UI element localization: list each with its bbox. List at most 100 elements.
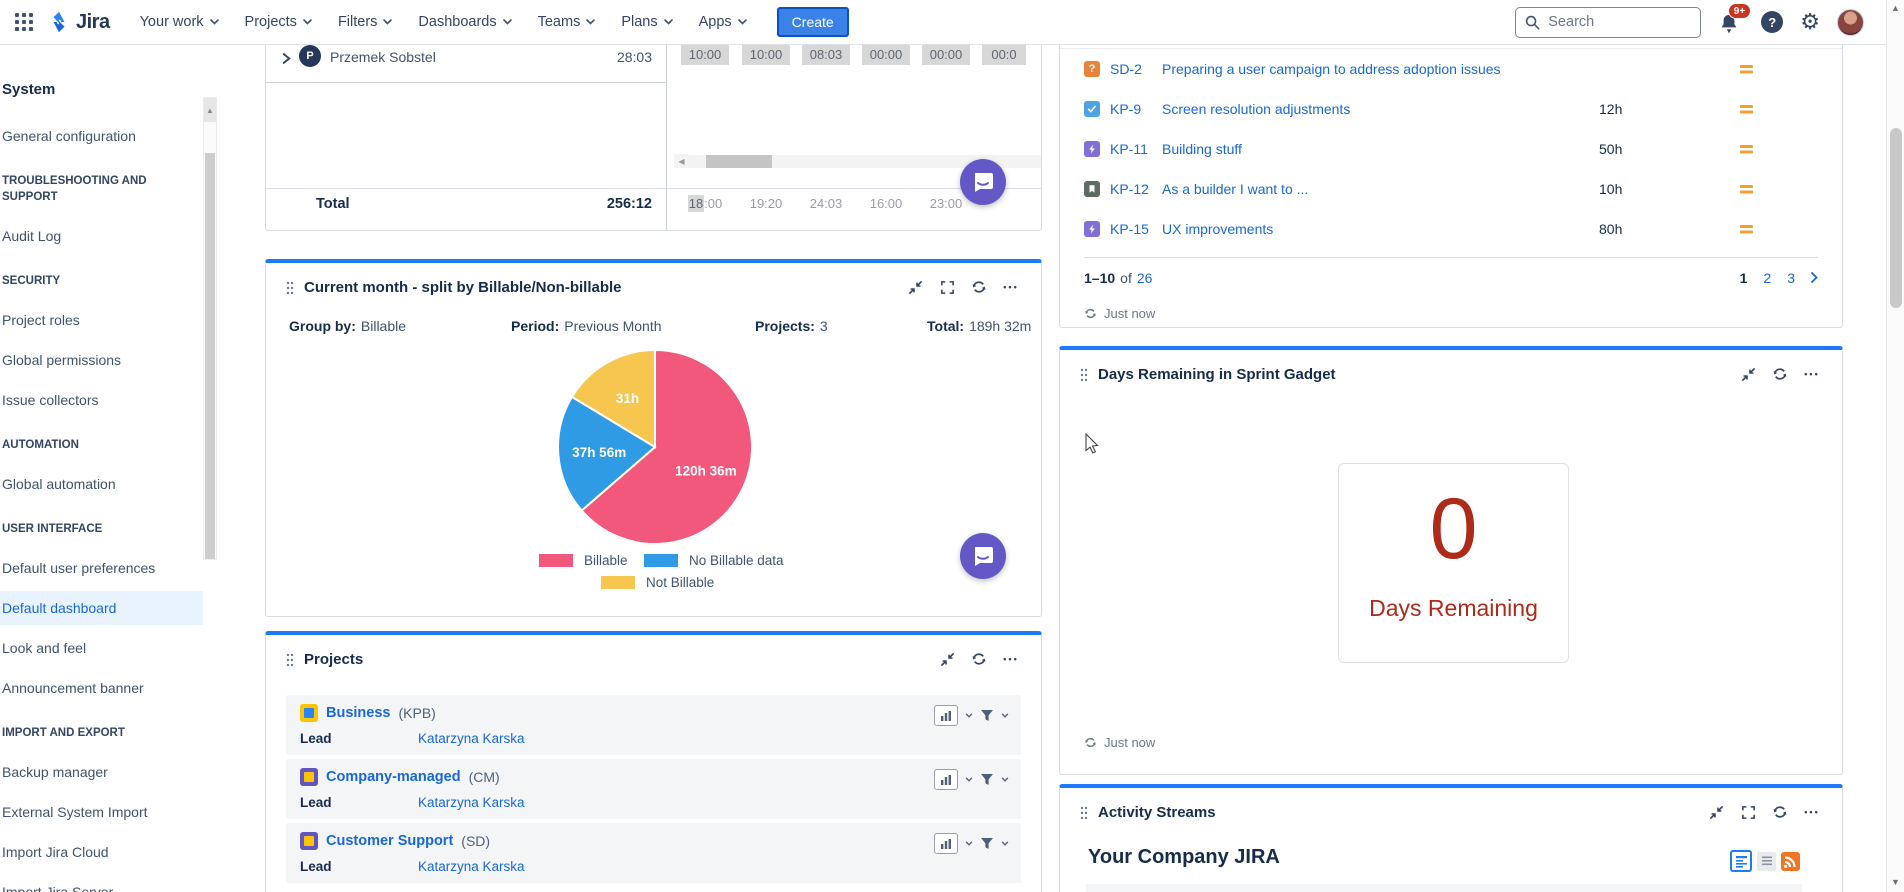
project-lead-link[interactable]: Katarzyna Karska [418,795,525,810]
filter-icon[interactable] [980,773,994,786]
chevron-down-icon[interactable] [1001,841,1009,846]
timesheet-user-name[interactable]: Przemek Sobstel [330,49,436,65]
timesheet-day-cell[interactable]: 00:0 [982,45,1026,65]
billable-pie-chart[interactable]: 120h 36m37h 56m31h [555,347,755,547]
chevron-down-icon[interactable] [1001,777,1009,782]
scroll-left-icon[interactable]: ◀ [674,154,689,168]
nav-apps[interactable]: Apps [699,14,747,30]
chart-view-button[interactable] [934,769,958,790]
list-view-icon[interactable] [1757,852,1776,871]
expand-gadget-icon[interactable] [939,279,955,295]
pagination-total-link[interactable]: 26 [1137,270,1153,286]
next-page-chevron-icon[interactable] [1811,272,1818,283]
chart-view-button[interactable] [934,833,958,854]
drag-handle-icon[interactable] [286,653,294,667]
nav-filters[interactable]: Filters [338,14,392,30]
project-link[interactable]: Business [326,705,390,721]
gadget-menu-icon[interactable]: ••• [1804,366,1820,382]
sidebar-scrollbar-thumb[interactable] [205,153,215,559]
timesheet-day-cell[interactable]: 08:03 [802,45,850,65]
gadget-refresh-status[interactable]: Just now [1084,306,1155,321]
timesheet-day-cell[interactable]: 10:00 [681,45,729,65]
issue-summary-link[interactable]: Building stuff [1162,141,1242,157]
chevron-down-icon[interactable] [965,777,973,782]
issue-key-link[interactable]: KP-11 [1110,141,1162,157]
gadget-menu-icon[interactable]: ••• [1003,279,1019,295]
rss-feed-icon[interactable] [1781,852,1800,871]
project-lead-link[interactable]: Katarzyna Karska [418,859,525,874]
gadget-menu-icon[interactable]: ••• [1003,651,1019,667]
sidebar-item-global-permissions[interactable]: Global permissions [2,351,203,369]
sidebar-item-issue-collectors[interactable]: Issue collectors [2,391,203,409]
timesheet-day-cell[interactable]: 00:00 [862,45,910,65]
scroll-down-icon[interactable]: ▼ [1887,874,1904,890]
nav-projects[interactable]: Projects [245,14,312,30]
gadget-refresh-status[interactable]: Just now [1084,735,1155,750]
sidebar-item-global-automation[interactable]: Global automation [2,475,203,493]
sidebar-item-audit-log[interactable]: Audit Log [2,227,203,245]
issue-summary-link[interactable]: Preparing a user campaign to address ado… [1162,61,1501,77]
expand-gadget-icon[interactable] [1740,804,1756,820]
nav-plans[interactable]: Plans [621,14,672,30]
issue-key-link[interactable]: KP-15 [1110,221,1162,237]
help-icon[interactable]: ? [1761,11,1783,33]
app-switcher-icon[interactable] [10,8,38,36]
chart-view-button[interactable] [934,705,958,726]
issue-summary-link[interactable]: As a builder I want to ... [1162,181,1308,197]
user-avatar[interactable] [1837,9,1864,36]
project-lead-link[interactable]: Katarzyna Karska [418,731,525,746]
expand-row-chevron-icon[interactable] [282,51,291,69]
refresh-gadget-icon[interactable] [971,651,987,667]
drag-handle-icon[interactable] [1080,368,1088,382]
settings-gear-icon[interactable]: ⚙ [1800,11,1820,33]
refresh-gadget-icon[interactable] [1772,804,1788,820]
sidebar-item-default-dashboard[interactable]: Default dashboard [0,591,203,625]
chevron-down-icon[interactable] [965,713,973,718]
sidebar-item-import-jira-server[interactable]: Import Jira Server [2,883,203,892]
sidebar-item-default-user-preferences[interactable]: Default user preferences [2,559,203,577]
chat-messenger-button[interactable] [960,533,1006,579]
search-box[interactable] [1515,7,1701,38]
sidebar-item-look-and-feel[interactable]: Look and feel [2,639,203,657]
minimize-gadget-icon[interactable] [907,279,923,295]
issue-key-link[interactable]: KP-12 [1110,181,1162,197]
chat-messenger-button[interactable] [960,159,1006,205]
window-scrollbar-thumb[interactable] [1890,128,1902,308]
sidebar-item-general-configuration[interactable]: General configuration [2,127,203,145]
sidebar-item-announcement-banner[interactable]: Announcement banner [2,679,203,697]
chevron-down-icon[interactable] [965,841,973,846]
sidebar-item-backup-manager[interactable]: Backup manager [2,763,203,781]
page-1-current[interactable]: 1 [1740,270,1748,286]
refresh-gadget-icon[interactable] [971,279,987,295]
scrollbar-thumb[interactable] [706,155,772,168]
create-button[interactable]: Create [777,7,849,37]
sidebar-scrollbar[interactable]: ▲ [203,97,217,560]
filter-icon[interactable] [980,709,994,722]
issue-key-link[interactable]: KP-9 [1110,101,1162,117]
sidebar-item-import-jira-cloud[interactable]: Import Jira Cloud [2,843,203,861]
page-3-link[interactable]: 3 [1787,270,1795,286]
scroll-up-icon[interactable]: ▲ [1887,0,1904,16]
nav-dashboards[interactable]: Dashboards [418,14,511,30]
issue-key-link[interactable]: SD-2 [1110,61,1162,77]
minimize-gadget-icon[interactable] [939,651,955,667]
timesheet-day-cell[interactable]: 10:00 [742,45,790,65]
sidebar-item-project-roles[interactable]: Project roles [2,311,203,329]
project-link[interactable]: Company-managed [326,769,461,785]
sidebar-item-external-system-import[interactable]: External System Import [2,803,203,821]
gadget-menu-icon[interactable]: ••• [1804,804,1820,820]
minimize-gadget-icon[interactable] [1708,804,1724,820]
drag-handle-icon[interactable] [1080,806,1088,820]
window-scrollbar[interactable]: ▲ ▼ [1886,0,1904,892]
chevron-down-icon[interactable] [1001,713,1009,718]
search-input[interactable] [1548,14,1678,30]
nav-your-work[interactable]: Your work [140,14,219,30]
drag-handle-icon[interactable] [286,281,294,295]
filter-icon[interactable] [980,837,994,850]
project-link[interactable]: Customer Support [326,833,453,849]
issue-summary-link[interactable]: UX improvements [1162,221,1273,237]
timesheet-day-cell[interactable]: 00:00 [922,45,970,65]
issue-summary-link[interactable]: Screen resolution adjustments [1162,101,1350,117]
page-2-link[interactable]: 2 [1763,270,1771,286]
notifications-button[interactable]: 9+ [1718,7,1744,37]
